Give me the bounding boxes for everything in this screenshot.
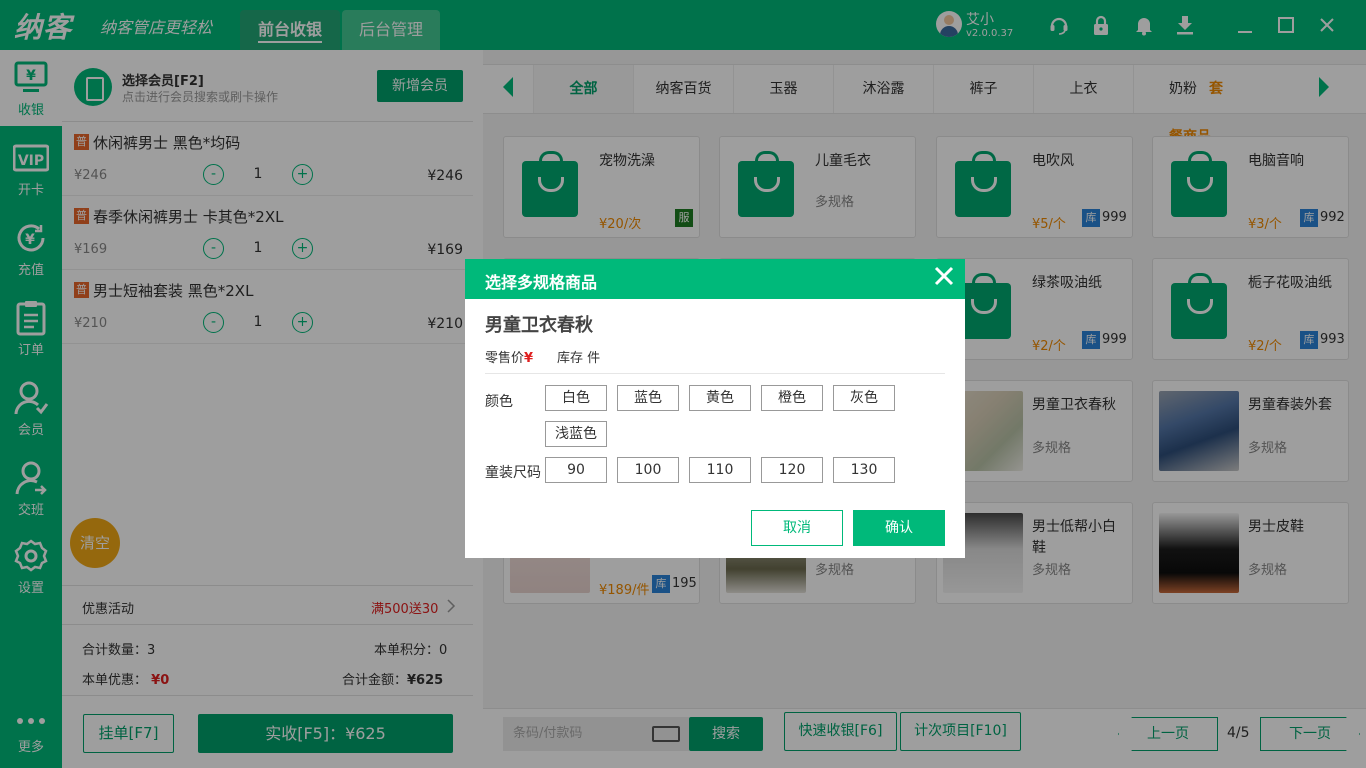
dialog-header: 选择多规格商品 [465,259,965,299]
retail-price-label: 零售价 [485,351,525,366]
close-icon[interactable] [931,265,957,291]
dialog-title: 选择多规格商品 [485,273,598,292]
color-option[interactable]: 黄色 [689,385,751,411]
color-option[interactable]: 橙色 [761,385,823,411]
size-option[interactable]: 120 [761,457,823,483]
confirm-button[interactable]: 确认 [853,510,945,546]
spec-select-dialog: 选择多规格商品 男童卫衣春秋 零售价¥ 库存 件 颜色 白色 蓝色 黄色 橙色 … [465,259,965,558]
retail-price: 零售价¥ [485,347,533,366]
color-option[interactable]: 浅蓝色 [545,421,607,447]
dialog-product-name: 男童卫衣春秋 [485,315,593,336]
size-option[interactable]: 100 [617,457,679,483]
color-option[interactable]: 蓝色 [617,385,679,411]
size-label: 童装尺码 [485,465,541,481]
color-option[interactable]: 白色 [545,385,607,411]
cancel-button[interactable]: 取消 [751,510,843,546]
color-option[interactable]: 灰色 [833,385,895,411]
size-option[interactable]: 130 [833,457,895,483]
size-option[interactable]: 110 [689,457,751,483]
color-label: 颜色 [485,394,513,410]
retail-price-symbol: ¥ [524,351,534,366]
stock-label: 库存 件 [557,351,601,366]
divider [485,373,945,374]
size-option[interactable]: 90 [545,457,607,483]
